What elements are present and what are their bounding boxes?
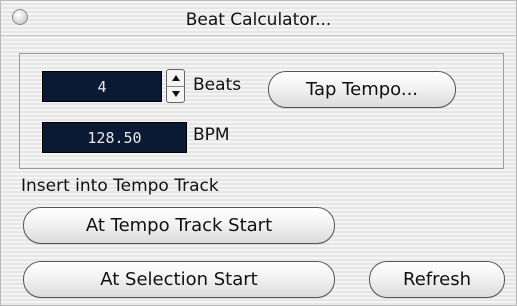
refresh-button[interactable]: Refresh [369,261,505,298]
bpm-input[interactable]: 128.50 [42,122,187,153]
beats-input[interactable]: 4 [42,71,162,102]
window-title: Beat Calculator... [185,10,332,30]
at-selection-start-button[interactable]: At Selection Start [23,261,335,298]
at-tempo-track-start-button[interactable]: At Tempo Track Start [23,207,335,244]
arrow-up-icon [171,75,180,81]
stepper-up-arrow[interactable] [167,70,184,87]
bpm-label: BPM [193,125,230,145]
beats-stepper[interactable] [166,69,185,103]
title-bar[interactable]: Beat Calculator... [1,1,516,36]
tap-tempo-button[interactable]: Tap Tempo... [268,71,456,108]
insert-section-label: Insert into Tempo Track [21,176,219,196]
beats-label: Beats [193,75,242,95]
stepper-down-arrow[interactable] [167,86,184,102]
arrow-down-icon [171,91,180,97]
beat-calculator-window: Beat Calculator... 4 Beats Tap Tempo... … [0,0,517,306]
